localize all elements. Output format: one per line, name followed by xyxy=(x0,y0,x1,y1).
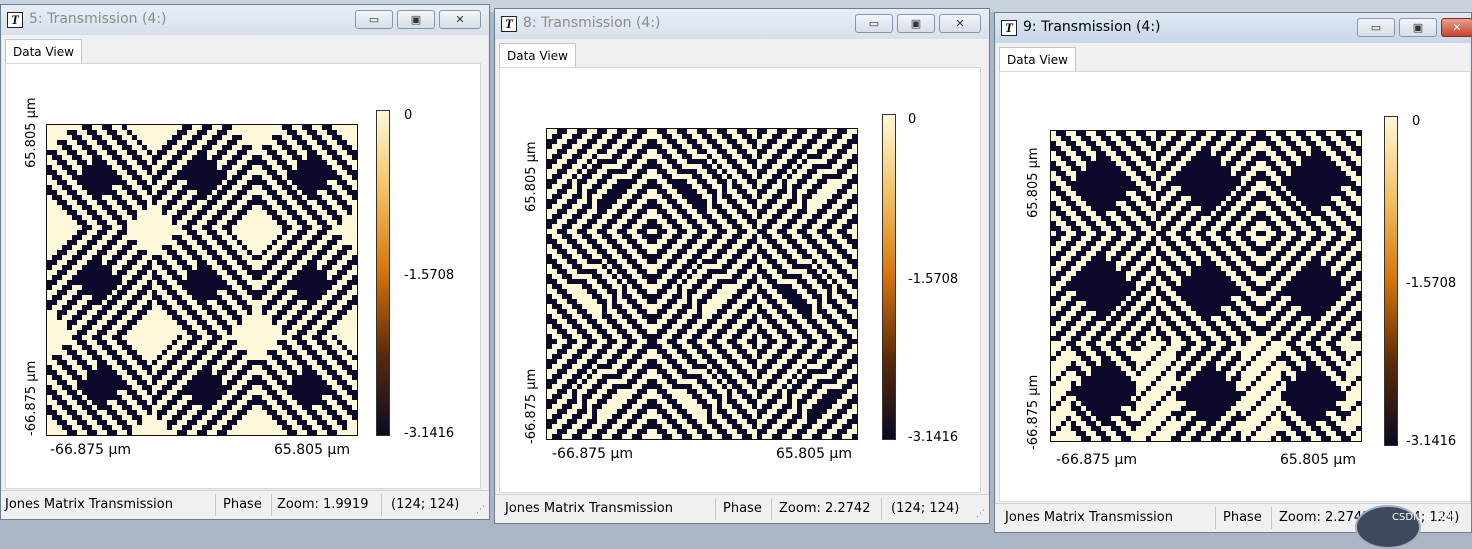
transmission-window-8[interactable]: T 8: Transmission (4:) ▭ ▣ ✕ Data View 6… xyxy=(494,8,990,524)
status-mode: Phase xyxy=(1223,510,1262,525)
status-zoom: Zoom: 1.9919 xyxy=(277,497,369,512)
colorbar xyxy=(1384,116,1398,446)
x-axis-right-label: 65.805 µm xyxy=(776,446,852,462)
x-axis-left-label: -66.875 µm xyxy=(1056,452,1138,468)
status-name: Jones Matrix Transmission xyxy=(5,497,173,512)
tab-data-view[interactable]: Data View xyxy=(999,47,1076,71)
window-title: 5: Transmission (4:) xyxy=(29,11,167,27)
y-axis-bottom-label: -66.875 µm xyxy=(24,360,39,436)
colorbar-max-label: 0 xyxy=(1412,114,1421,129)
window-title: 9: Transmission (4:) xyxy=(1023,19,1161,35)
title-bar[interactable]: T 5: Transmission (4:) ▭ ▣ ✕ xyxy=(1,5,489,35)
y-axis-bottom-label: -66.875 µm xyxy=(524,368,539,444)
colorbar-min-label: -3.1416 xyxy=(908,430,959,445)
close-button[interactable]: ✕ xyxy=(939,14,981,33)
app-logo-icon: T xyxy=(1001,20,1017,36)
maximize-button[interactable]: ▣ xyxy=(1399,18,1437,37)
data-view-panel: 65.805 µm -66.875 µm -66.875 µm 65.805 µ… xyxy=(499,67,981,493)
transmission-window-9[interactable]: T 9: Transmission (4:) ▭ ▣ ✕ Data View 6… xyxy=(994,12,1472,533)
y-axis-bottom-label: -66.875 µm xyxy=(1026,374,1041,450)
tab-data-view[interactable]: Data View xyxy=(499,43,576,67)
phase-cells xyxy=(47,125,357,435)
maximize-button[interactable]: ▣ xyxy=(897,14,935,33)
minimize-button[interactable]: ▭ xyxy=(355,10,393,29)
phase-pattern xyxy=(1051,131,1361,441)
status-mode: Phase xyxy=(723,501,762,516)
phase-pattern xyxy=(547,129,857,439)
phase-map-plot[interactable] xyxy=(46,124,358,436)
colorbar-mid-label: -1.5708 xyxy=(1406,276,1457,291)
status-name: Jones Matrix Transmission xyxy=(505,501,673,516)
watermark: CSDN @阎洲 xyxy=(1392,512,1454,523)
status-coords: (124; 124) xyxy=(391,497,460,512)
title-bar[interactable]: T 9: Transmission (4:) ▭ ▣ ✕ xyxy=(995,13,1472,43)
phase-map-plot[interactable] xyxy=(1050,130,1362,442)
tab-data-view[interactable]: Data View xyxy=(5,39,82,63)
close-button[interactable]: ✕ xyxy=(439,10,481,29)
resize-grip-icon[interactable]: ⋰ xyxy=(976,509,985,519)
app-logo-icon: T xyxy=(7,12,23,28)
transmission-window-5[interactable]: T 5: Transmission (4:) ▭ ▣ ✕ Data View 6… xyxy=(0,4,490,520)
status-mode: Phase xyxy=(223,497,262,512)
data-view-panel: 65.805 µm -66.875 µm -66.875 µm 65.805 µ… xyxy=(999,71,1471,502)
x-axis-right-label: 65.805 µm xyxy=(1280,452,1356,468)
status-coords: (124; 124) xyxy=(891,501,960,516)
resize-grip-icon[interactable]: ⋰ xyxy=(476,505,485,515)
colorbar-max-label: 0 xyxy=(404,108,413,123)
status-bar: Jones Matrix Transmission Phase Zoom: 1.… xyxy=(1,490,489,519)
x-axis-right-label: 65.805 µm xyxy=(274,442,350,458)
app-logo-icon: T xyxy=(501,16,517,32)
colorbar-min-label: -3.1416 xyxy=(1406,434,1457,449)
maximize-button[interactable]: ▣ xyxy=(397,10,435,29)
phase-pattern xyxy=(47,125,357,435)
phase-cells xyxy=(1051,131,1361,441)
colorbar xyxy=(376,110,390,436)
status-name: Jones Matrix Transmission xyxy=(1005,510,1173,525)
status-bar: Jones Matrix Transmission Phase Zoom: 2.… xyxy=(495,494,989,523)
colorbar-mid-label: -1.5708 xyxy=(908,272,959,287)
colorbar xyxy=(882,114,896,440)
colorbar-max-label: 0 xyxy=(908,112,917,127)
title-bar[interactable]: T 8: Transmission (4:) ▭ ▣ ✕ xyxy=(495,9,989,39)
close-button[interactable]: ✕ xyxy=(1441,18,1472,37)
minimize-button[interactable]: ▭ xyxy=(1357,18,1395,37)
data-view-panel: 65.805 µm -66.875 µm -66.875 µm 65.805 µ… xyxy=(5,63,481,489)
x-axis-left-label: -66.875 µm xyxy=(552,446,634,462)
colorbar-mid-label: -1.5708 xyxy=(404,268,455,283)
minimize-button[interactable]: ▭ xyxy=(855,14,893,33)
window-title: 8: Transmission (4:) xyxy=(523,15,661,31)
status-zoom: Zoom: 2.2742 xyxy=(779,501,871,516)
colorbar-min-label: -3.1416 xyxy=(404,426,455,441)
y-axis-top-label: 65.805 µm xyxy=(24,97,39,168)
x-axis-left-label: -66.875 µm xyxy=(50,442,132,458)
phase-map-plot[interactable] xyxy=(546,128,858,440)
y-axis-top-label: 65.805 µm xyxy=(524,141,539,212)
y-axis-top-label: 65.805 µm xyxy=(1026,147,1041,218)
